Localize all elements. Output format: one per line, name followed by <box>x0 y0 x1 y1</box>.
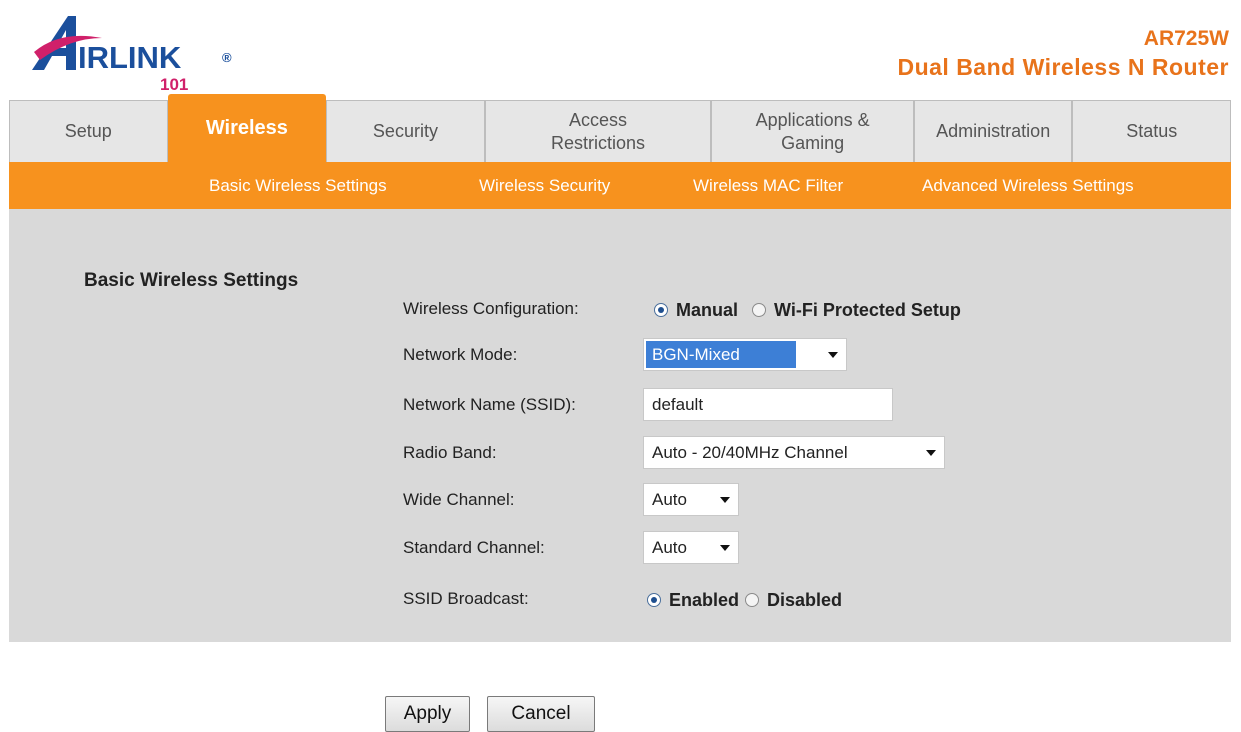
ssid-input[interactable]: default <box>643 388 893 421</box>
model-number: AR725W <box>1143 27 1229 50</box>
network-mode-select[interactable]: BGN-Mixed <box>643 338 847 371</box>
tab-status[interactable]: Status <box>1072 100 1232 162</box>
ssid-label: Network Name (SSID): <box>403 395 576 414</box>
cancel-button[interactable]: Cancel <box>487 696 595 732</box>
sub-navigation: Basic Wireless Settings Wireless Securit… <box>9 162 1231 209</box>
tab-access-restrictions[interactable]: Access Restrictions <box>484 100 712 162</box>
section-title: Basic Wireless Settings <box>84 270 299 291</box>
wide-channel-value: Auto <box>652 490 687 509</box>
tab-wireless[interactable]: Wireless <box>167 94 327 162</box>
ssid-broadcast-radio-group: Enabled Disabled <box>647 587 856 613</box>
chevron-down-icon <box>720 545 730 551</box>
airlink-logo: IRLINK ® 101 <box>30 12 240 94</box>
tab-setup[interactable]: Setup <box>9 100 168 162</box>
logo-text: IRLINK <box>78 40 182 75</box>
chevron-down-icon <box>720 497 730 503</box>
standard-channel-select[interactable]: Auto <box>643 531 739 564</box>
logo-101: 101 <box>160 75 189 94</box>
ssid-value: default <box>652 395 704 414</box>
radio-enabled-label[interactable]: Enabled <box>669 590 739 611</box>
subnav-wireless-security[interactable]: Wireless Security <box>479 162 610 209</box>
radio-disabled[interactable] <box>745 593 760 607</box>
tab-administration[interactable]: Administration <box>913 100 1073 162</box>
network-mode-value: BGN-Mixed <box>646 341 796 368</box>
radio-wps-label[interactable]: Wi-Fi Protected Setup <box>774 300 961 321</box>
subnav-basic-wireless-settings[interactable]: Basic Wireless Settings <box>209 162 387 209</box>
radio-band-value: Auto - 20/40MHz Channel <box>652 443 848 462</box>
wide-channel-select[interactable]: Auto <box>643 483 739 516</box>
chevron-down-icon <box>926 450 936 456</box>
radio-manual[interactable] <box>654 303 668 317</box>
chevron-down-icon <box>828 352 838 358</box>
radio-disabled-label[interactable]: Disabled <box>767 590 842 611</box>
radio-band-select[interactable]: Auto - 20/40MHz Channel <box>643 436 945 469</box>
tab-security[interactable]: Security <box>326 100 485 162</box>
model-description: Dual Band Wireless N Router <box>897 54 1229 80</box>
tab-applications-gaming[interactable]: Applications & Gaming <box>711 100 914 162</box>
logo-registered-mark: ® <box>222 50 232 65</box>
wireless-configuration-radio-group: Manual Wi-Fi Protected Setup <box>654 297 975 323</box>
radio-manual-label[interactable]: Manual <box>676 300 738 321</box>
radio-enabled[interactable] <box>647 593 661 607</box>
main-tabs: Setup Wireless Security Access Restricti… <box>9 94 1232 162</box>
network-mode-label: Network Mode: <box>403 345 518 364</box>
subnav-advanced-wireless-settings[interactable]: Advanced Wireless Settings <box>922 162 1134 209</box>
page-header: IRLINK ® 101 AR725W Dual Band Wireless N… <box>0 0 1241 95</box>
wireless-configuration-label: Wireless Configuration: <box>403 299 579 318</box>
standard-channel-label: Standard Channel: <box>403 538 545 557</box>
product-title: AR725W Dual Band Wireless N Router <box>897 26 1229 82</box>
radio-wps[interactable] <box>752 303 767 317</box>
subnav-wireless-mac-filter[interactable]: Wireless MAC Filter <box>693 162 843 209</box>
standard-channel-value: Auto <box>652 538 687 557</box>
wide-channel-label: Wide Channel: <box>403 490 515 509</box>
radio-band-label: Radio Band: <box>403 443 497 462</box>
ssid-broadcast-label: SSID Broadcast: <box>403 589 529 608</box>
apply-button[interactable]: Apply <box>385 696 470 732</box>
